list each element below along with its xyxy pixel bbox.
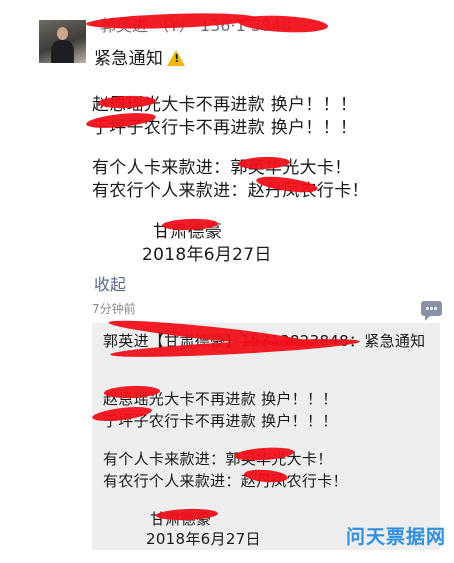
message-title: 紧急通知 [94,49,164,69]
quoted-message[interactable] [92,323,440,550]
avatar[interactable] [39,20,86,63]
warning-icon [167,50,186,66]
message-line-3: 有个人卡来款进：郭英华光大卡！ [92,158,352,178]
avatar-body [51,40,74,63]
avatar-head [57,27,68,40]
collapse-link[interactable]: 收起 [94,271,126,295]
post-timestamp: 7分钟前 [92,302,136,316]
quoted-date: 2018年6月27日 [146,530,261,548]
watermark: 问天票据网 [346,526,447,548]
quoted-line-4: 有农行个人来款进：赵丹凤农行卡！ [103,472,348,490]
message-date: 2018年6月27日 [142,245,272,265]
message-line-4: 有农行个人来款进：赵丹凤农行卡！ [92,181,369,201]
message-title-row: 紧急通知 [94,44,186,69]
quoted-line-3: 有个人卡来款进：郭英华光大卡！ [103,450,333,468]
chat-bubble-icon[interactable] [421,301,442,321]
